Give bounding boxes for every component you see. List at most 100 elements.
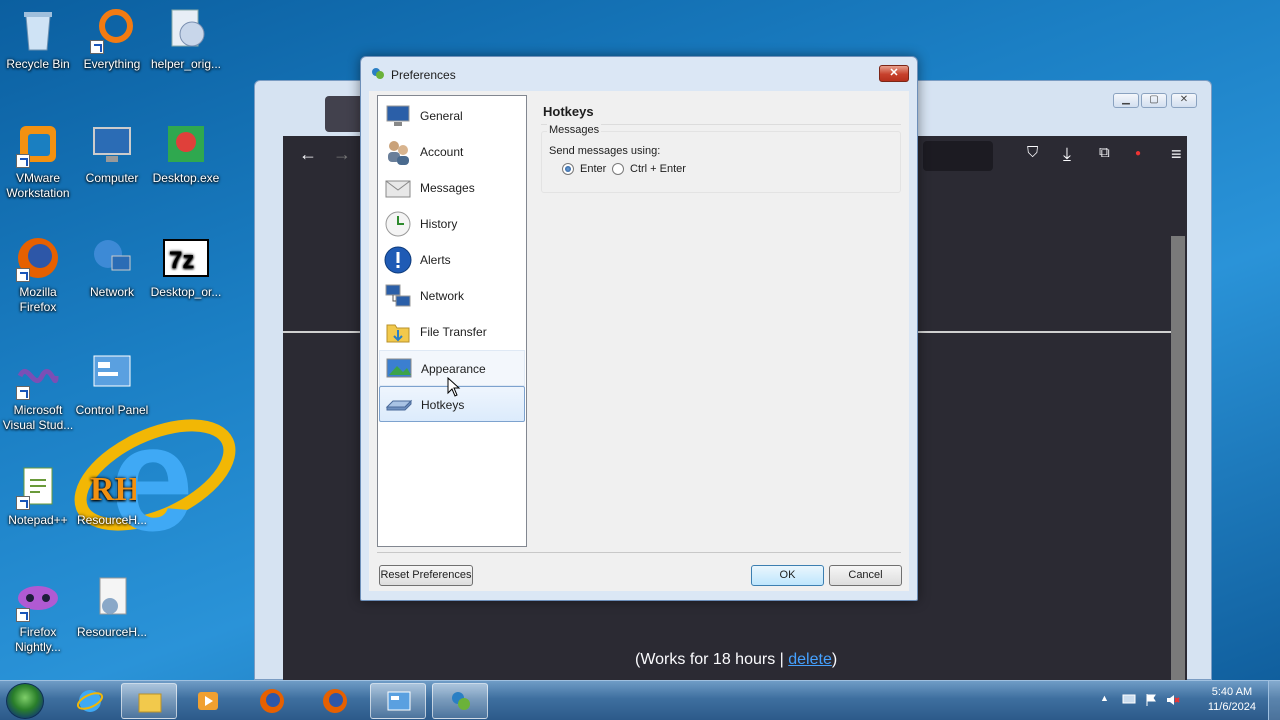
firefox-icon <box>260 689 284 713</box>
network-icon[interactable]: Network <box>74 234 150 300</box>
radio-ctrl-enter[interactable]: Ctrl + Enter <box>612 163 686 175</box>
reset-preferences-button[interactable]: Reset Preferences <box>379 565 473 586</box>
dialog-title: Preferences <box>391 68 456 82</box>
radio-indicator[interactable] <box>612 163 624 175</box>
envelope-icon <box>385 180 411 198</box>
taskbar-control-panel[interactable] <box>370 683 426 719</box>
app-icon <box>372 68 384 79</box>
control-panel-icon[interactable]: Control Panel <box>74 352 150 418</box>
settings-panel: Hotkeys Messages Send messages using: En… <box>541 95 901 547</box>
svg-text:7z: 7z <box>169 247 194 274</box>
desktop-icon-label: Notepad++ <box>8 513 68 527</box>
computer-icon[interactable]: Computer <box>74 120 150 186</box>
firefox-icon[interactable]: Mozilla Firefox <box>0 234 76 315</box>
network-tray-icon[interactable] <box>1122 693 1136 707</box>
alert-icon <box>384 246 412 274</box>
firefox-nightly-icon[interactable]: Firefox Nightly... <box>0 574 76 655</box>
nav-item-alerts[interactable]: Alerts <box>379 242 525 278</box>
desktop-icon-label: Firefox Nightly... <box>15 625 61 654</box>
maximize-button[interactable]: ▢ <box>1141 93 1167 108</box>
radio-selected-indicator[interactable] <box>562 163 574 175</box>
forward-arrow-icon[interactable]: → <box>333 144 351 165</box>
dialog-titlebar[interactable]: Preferences ✕ <box>361 57 917 91</box>
send-label: Send messages using: <box>549 145 661 157</box>
nav-item-general[interactable]: General <box>379 98 525 134</box>
panel-header: Hotkeys <box>541 95 901 125</box>
action-center-flag-icon[interactable] <box>1144 693 1158 707</box>
desktop-exe-icon[interactable]: Desktop.exe <box>148 120 224 186</box>
taskbar: ▲ 5:40 AM 11/6/2024 <box>0 680 1280 720</box>
messages-group: Messages Send messages using: Enter Ctrl… <box>541 124 901 193</box>
ok-button[interactable]: OK <box>751 565 824 586</box>
volume-muted-icon[interactable] <box>1166 693 1180 707</box>
internet-explorer-icon <box>76 690 104 712</box>
close-button[interactable]: ✕ <box>1171 93 1197 108</box>
taskbar-ie[interactable] <box>62 683 118 719</box>
pocket-icon[interactable]: ⛉ <box>1027 144 1038 161</box>
taskbar-explorer[interactable] <box>121 683 177 719</box>
folder-icon <box>138 693 162 713</box>
helper-orig-icon[interactable]: helper_orig... <box>148 6 224 72</box>
radio-enter-label: Enter <box>580 163 607 175</box>
clock-icon <box>385 211 411 237</box>
nav-item-label: General <box>420 109 463 123</box>
taskbar-messenger[interactable] <box>432 683 488 719</box>
desktop-icon-label: Computer <box>85 171 139 185</box>
url-bar[interactable] <box>923 141 993 171</box>
show-desktop-button[interactable] <box>1268 681 1280 720</box>
start-button[interactable] <box>6 683 44 719</box>
minimize-button[interactable]: ▁ <box>1113 93 1139 108</box>
clock[interactable]: 5:40 AM 11/6/2024 <box>1208 685 1256 715</box>
nav-item-messages[interactable]: Messages <box>379 170 525 206</box>
desktop-icon-label: Control Panel <box>75 403 149 417</box>
radio-ctrl-enter-label: Ctrl + Enter <box>630 163 686 175</box>
taskbar-firefox[interactable] <box>244 683 300 719</box>
nav-item-file-transfer[interactable]: File Transfer <box>379 314 525 350</box>
scrollbar[interactable] <box>1171 176 1187 681</box>
nav-item-history[interactable]: History <box>379 206 525 242</box>
desktop-icon-label: Everything <box>83 57 141 71</box>
firefox-icon <box>323 689 347 713</box>
nav-item-network[interactable]: Network <box>379 278 525 314</box>
nav-item-account[interactable]: Account <box>379 134 525 170</box>
nav-item-label: Hotkeys <box>421 398 465 412</box>
desktop-icon-label: Mozilla Firefox <box>19 285 57 314</box>
media-player-icon <box>198 692 218 710</box>
taskbar-firefox-2[interactable] <box>307 683 363 719</box>
ublock-icon[interactable]: ● <box>1135 148 1141 159</box>
control-panel-icon <box>387 691 411 711</box>
vmware-icon[interactable]: VMware Workstation <box>0 120 76 201</box>
back-arrow-icon[interactable]: ← <box>299 144 317 165</box>
nav-item-label: Appearance <box>421 362 486 376</box>
extensions-icon[interactable]: ⧉ <box>1099 144 1110 161</box>
nav-item-label: Messages <box>420 181 475 195</box>
everything-icon[interactable]: Everything <box>74 6 150 72</box>
works-close: ) <box>831 651 838 668</box>
cancel-button[interactable]: Cancel <box>829 565 902 586</box>
desktop-icon-label: Recycle Bin <box>6 57 70 71</box>
appearance-icon <box>386 358 412 378</box>
desktop-icon-label: ResourceH... <box>76 625 148 639</box>
preferences-dialog: Preferences ✕ General Account Messages H… <box>360 56 918 601</box>
footer-divider <box>377 552 901 553</box>
desktop-icon-label: Network <box>89 285 134 299</box>
menu-icon[interactable]: ≡ <box>1171 144 1182 165</box>
recycle-bin-icon[interactable]: Recycle Bin <box>0 6 76 72</box>
seven-zip-icon[interactable]: 7z Desktop_or... <box>148 234 224 300</box>
download-icon[interactable]: ⤓ <box>1063 144 1071 165</box>
nav-item-label: Network <box>420 289 465 303</box>
close-button[interactable]: ✕ <box>879 65 909 82</box>
clock-time: 5:40 AM <box>1211 686 1253 698</box>
scrollbar-thumb[interactable] <box>1171 236 1185 681</box>
browser-tab[interactable] <box>325 96 365 132</box>
nav-item-label: File Transfer <box>420 325 487 339</box>
taskbar-media[interactable] <box>180 683 236 719</box>
show-hidden-icons-icon[interactable]: ▲ <box>1100 693 1114 707</box>
radio-enter[interactable]: Enter <box>562 163 606 175</box>
mouse-cursor-icon <box>447 377 461 397</box>
resource-hacker-icon[interactable]: RH ResourceH... <box>74 462 150 528</box>
notepad-plus-plus-icon[interactable]: Notepad++ <box>0 462 76 528</box>
resource-hacker-file-icon[interactable]: ResourceH... <box>74 574 150 640</box>
delete-link[interactable]: delete <box>788 651 832 668</box>
visual-studio-icon[interactable]: Microsoft Visual Stud... <box>0 352 76 433</box>
